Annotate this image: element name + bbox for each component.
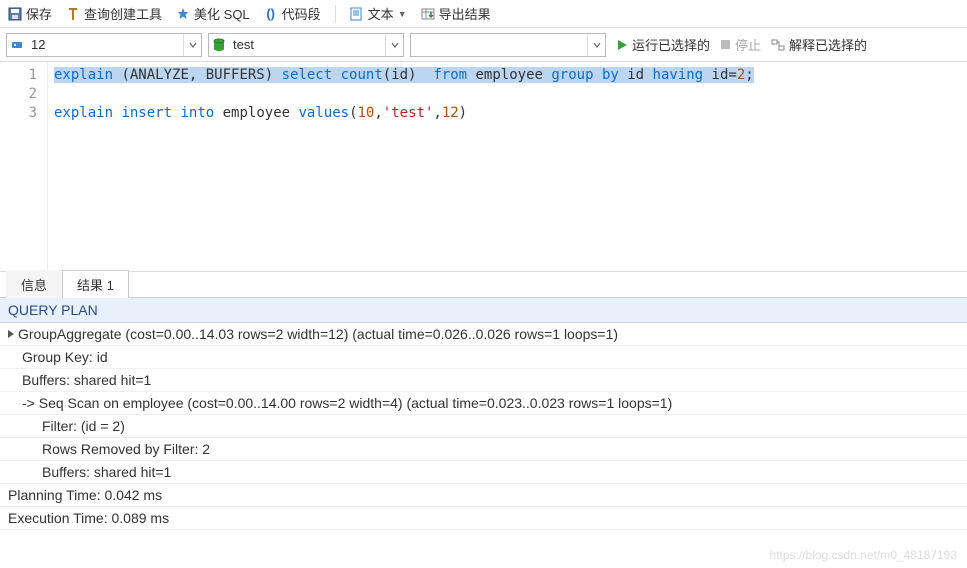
run-label: 运行已选择的	[632, 35, 710, 54]
snippet-button[interactable]: () 代码段	[264, 4, 321, 23]
explain-selected-button[interactable]: 解释已选择的	[771, 35, 867, 54]
plan-row[interactable]: GroupAggregate (cost=0.00..14.03 rows=2 …	[0, 323, 967, 346]
query-plan-header: QUERY PLAN	[0, 298, 967, 323]
chevron-down-icon	[385, 34, 403, 56]
database-icon	[209, 38, 229, 52]
connection-combo[interactable]: 12	[6, 33, 202, 57]
save-icon	[8, 7, 22, 21]
export-icon	[421, 7, 435, 21]
plan-row[interactable]: -> Seq Scan on employee (cost=0.00..14.0…	[0, 392, 967, 415]
line-number: 2	[4, 85, 37, 104]
stop-button: 停止	[720, 35, 761, 54]
query-builder-button[interactable]: 查询创建工具	[66, 4, 162, 23]
result-tabs: 信息 结果 1	[0, 272, 967, 298]
export-button[interactable]: 导出结果	[421, 4, 491, 23]
dropdown-arrow-icon: ▼	[398, 9, 407, 19]
connection-value: 12	[27, 37, 183, 52]
plan-row[interactable]: Buffers: shared hit=1	[0, 369, 967, 392]
explain-label: 解释已选择的	[789, 35, 867, 54]
snippet-label: 代码段	[282, 4, 321, 23]
plan-row[interactable]: Execution Time: 0.089 ms	[0, 507, 967, 530]
watermark: https://blog.csdn.net/m0_48187193	[770, 548, 957, 562]
query-builder-icon	[66, 7, 80, 21]
plan-row[interactable]: Group Key: id	[0, 346, 967, 369]
code-line: explain (ANALYZE, BUFFERS) select count(…	[54, 66, 961, 85]
database-combo[interactable]: test	[208, 33, 404, 57]
line-gutter: 1 2 3	[0, 62, 48, 271]
snippet-icon: ()	[264, 7, 278, 21]
code-area[interactable]: explain (ANALYZE, BUFFERS) select count(…	[48, 62, 967, 271]
run-selected-button[interactable]: 运行已选择的	[616, 35, 710, 54]
tab-info[interactable]: 信息	[6, 270, 62, 298]
plan-row[interactable]: Planning Time: 0.042 ms	[0, 484, 967, 507]
beautify-icon	[176, 7, 190, 21]
database-value: test	[229, 37, 385, 52]
toolbar-divider	[335, 5, 336, 23]
sql-editor[interactable]: 1 2 3 explain (ANALYZE, BUFFERS) select …	[0, 62, 967, 272]
stop-icon	[720, 39, 731, 50]
plan-row[interactable]: Filter: (id = 2)	[0, 415, 967, 438]
beautify-button[interactable]: 美化 SQL	[176, 4, 250, 23]
tab-result-1[interactable]: 结果 1	[62, 270, 129, 298]
text-icon	[350, 7, 364, 21]
code-line: explain insert into employee values(10,'…	[54, 104, 961, 123]
stop-label: 停止	[735, 35, 761, 54]
schema-combo[interactable]	[410, 33, 606, 57]
main-toolbar: 保存 查询创建工具 美化 SQL () 代码段 文本 ▼ 导出结果	[0, 0, 967, 28]
explain-icon	[771, 38, 785, 52]
query-builder-label: 查询创建工具	[84, 4, 162, 23]
chevron-down-icon	[587, 34, 605, 56]
connection-bar: 12 test 运行已选择的 停止 解释已选择的	[0, 28, 967, 62]
plan-row[interactable]: Buffers: shared hit=1	[0, 461, 967, 484]
save-button[interactable]: 保存	[8, 4, 52, 23]
export-label: 导出结果	[439, 4, 491, 23]
query-plan: GroupAggregate (cost=0.00..14.03 rows=2 …	[0, 323, 967, 530]
play-icon	[616, 39, 628, 51]
line-number: 1	[4, 66, 37, 85]
expand-icon[interactable]	[8, 330, 14, 338]
connection-icon	[7, 38, 27, 52]
beautify-label: 美化 SQL	[194, 4, 250, 23]
code-line	[54, 85, 961, 104]
chevron-down-icon	[183, 34, 201, 56]
save-label: 保存	[26, 4, 52, 23]
line-number: 3	[4, 104, 37, 123]
text-button[interactable]: 文本 ▼	[350, 4, 407, 23]
text-label: 文本	[368, 4, 394, 23]
plan-row[interactable]: Rows Removed by Filter: 2	[0, 438, 967, 461]
